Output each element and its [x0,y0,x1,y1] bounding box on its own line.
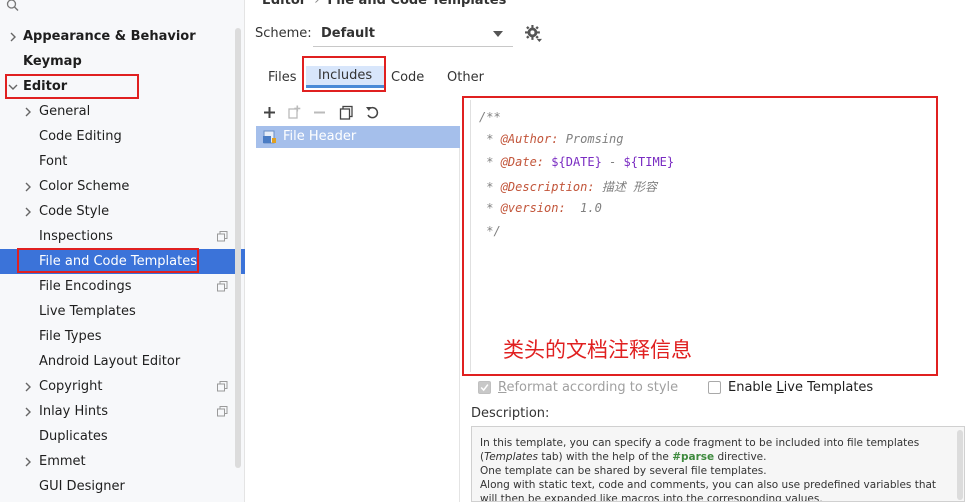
description-paragraph: Along with static text, code and comment… [480,479,937,502]
breadcrumb-separator: › [314,0,320,8]
scheme-label: Scheme: [255,26,312,41]
gear-icon[interactable] [525,25,542,42]
remove-icon [314,111,325,114]
breadcrumb: Editor › File and Code Templates [262,0,506,8]
scheme-dropdown[interactable]: Default [313,21,513,47]
sidebar-item-label: Android Layout Editor [39,354,181,369]
sidebar-item-label: Duplicates [39,429,108,444]
chevron-right-icon[interactable] [23,457,33,467]
checkbox-box [708,381,721,394]
annotation-box-includes [302,56,386,92]
sidebar-item-label: Inspections [39,229,113,244]
breadcrumb-root[interactable]: Editor [262,0,306,8]
sidebar-item-file-types[interactable]: File Types [0,324,245,349]
description-paragraph: One template can be shared by several fi… [480,465,767,477]
project-scope-icon [217,231,228,242]
reformat-checkbox[interactable]: Reformat according to style [478,380,678,395]
sidebar-item-inlay-hints[interactable]: Inlay Hints [0,399,245,424]
sidebar-item-label: General [39,104,91,119]
checkbox-box [478,381,491,394]
breadcrumb-current: File and Code Templates [327,0,507,8]
tab-code[interactable]: Code [379,66,436,88]
chevron-right-icon[interactable] [23,207,33,217]
project-scope-icon [217,406,228,417]
sidebar-item-label: Code Editing [39,129,122,144]
sidebar-item-inspections[interactable]: Inspections [0,224,245,249]
sidebar-item-live-templates[interactable]: Live Templates [0,299,245,324]
template-item-file-header[interactable]: File Header [256,126,460,148]
sidebar-item-label: Emmet [39,454,86,469]
sidebar-item-gui-designer[interactable]: GUI Designer [0,474,245,499]
description-paragraph: In this template, you can specify a code… [480,437,920,463]
description-scrollbar[interactable] [957,430,963,500]
sidebar-item-label: Code Style [39,204,110,219]
description-label: Description: [471,406,550,421]
enable-live-templates-checkbox[interactable]: Enable Live Templates [708,380,873,395]
chevron-down-icon [493,31,503,37]
sidebar-item-label: Live Templates [39,304,136,319]
sidebar-item-label: Font [39,154,68,169]
sidebar-item-appearance-behavior[interactable]: Appearance & Behavior [0,24,245,49]
template-list: File Header [256,126,460,502]
sidebar-item-general[interactable]: General [0,99,245,124]
java-file-icon [263,130,276,144]
sidebar-item-color-scheme[interactable]: Color Scheme [0,174,245,199]
annotation-box-editor [5,74,139,99]
sidebar-item-code-editing[interactable]: Code Editing [0,124,245,149]
add-icon[interactable] [262,105,277,120]
sidebar-item-label: Keymap [23,54,82,69]
add-child-icon [288,105,301,119]
chevron-right-icon[interactable] [23,407,33,417]
tab-files[interactable]: Files [256,66,309,88]
sidebar-item-label: Color Scheme [39,179,130,194]
tab-label: Files [268,69,297,85]
sidebar-item-font[interactable]: Font [0,149,245,174]
sidebar-scrollbar[interactable] [235,28,241,468]
sidebar-item-android-layout-editor[interactable]: Android Layout Editor [0,349,245,374]
description-box[interactable]: In this template, you can specify a code… [471,426,965,502]
template-item-label: File Header [283,129,357,144]
sidebar-item-label: Copyright [39,379,103,394]
project-scope-icon [217,281,228,292]
tab-label: Code [391,69,425,85]
scheme-value: Default [321,26,375,41]
chevron-right-icon[interactable] [8,32,18,42]
chevron-right-icon[interactable] [23,107,33,117]
annotation-box-templates [17,248,199,273]
reset-icon[interactable] [365,105,380,120]
sidebar-item-code-style[interactable]: Code Style [0,199,245,224]
project-scope-icon [217,381,228,392]
annotation-text: 类头的文档注释信息 [503,338,692,362]
chevron-right-icon[interactable] [23,382,33,392]
sidebar-item-label: File Encodings [39,279,132,294]
tab-label: Other [447,69,484,85]
sidebar-item-label: Appearance & Behavior [23,29,196,44]
sidebar-item-emmet[interactable]: Emmet [0,449,245,474]
sidebar-item-copyright[interactable]: Copyright [0,374,245,399]
sidebar-item-label: File Types [39,329,102,344]
sidebar-item-duplicates[interactable]: Duplicates [0,424,245,449]
copy-icon[interactable] [339,105,354,120]
search-icon[interactable] [6,0,20,12]
reformat-label: Reformat according to style [498,380,679,395]
sidebar-item-label: Inlay Hints [39,404,108,419]
chevron-right-icon[interactable] [23,182,33,192]
sidebar-item-keymap[interactable]: Keymap [0,49,245,74]
tab-other[interactable]: Other [435,66,496,88]
sidebar-item-file-encodings[interactable]: File Encodings [0,274,245,299]
template-list-toolbar [256,100,460,126]
sidebar-item-label: GUI Designer [39,479,125,494]
live-templates-label: Enable Live Templates [728,380,874,395]
